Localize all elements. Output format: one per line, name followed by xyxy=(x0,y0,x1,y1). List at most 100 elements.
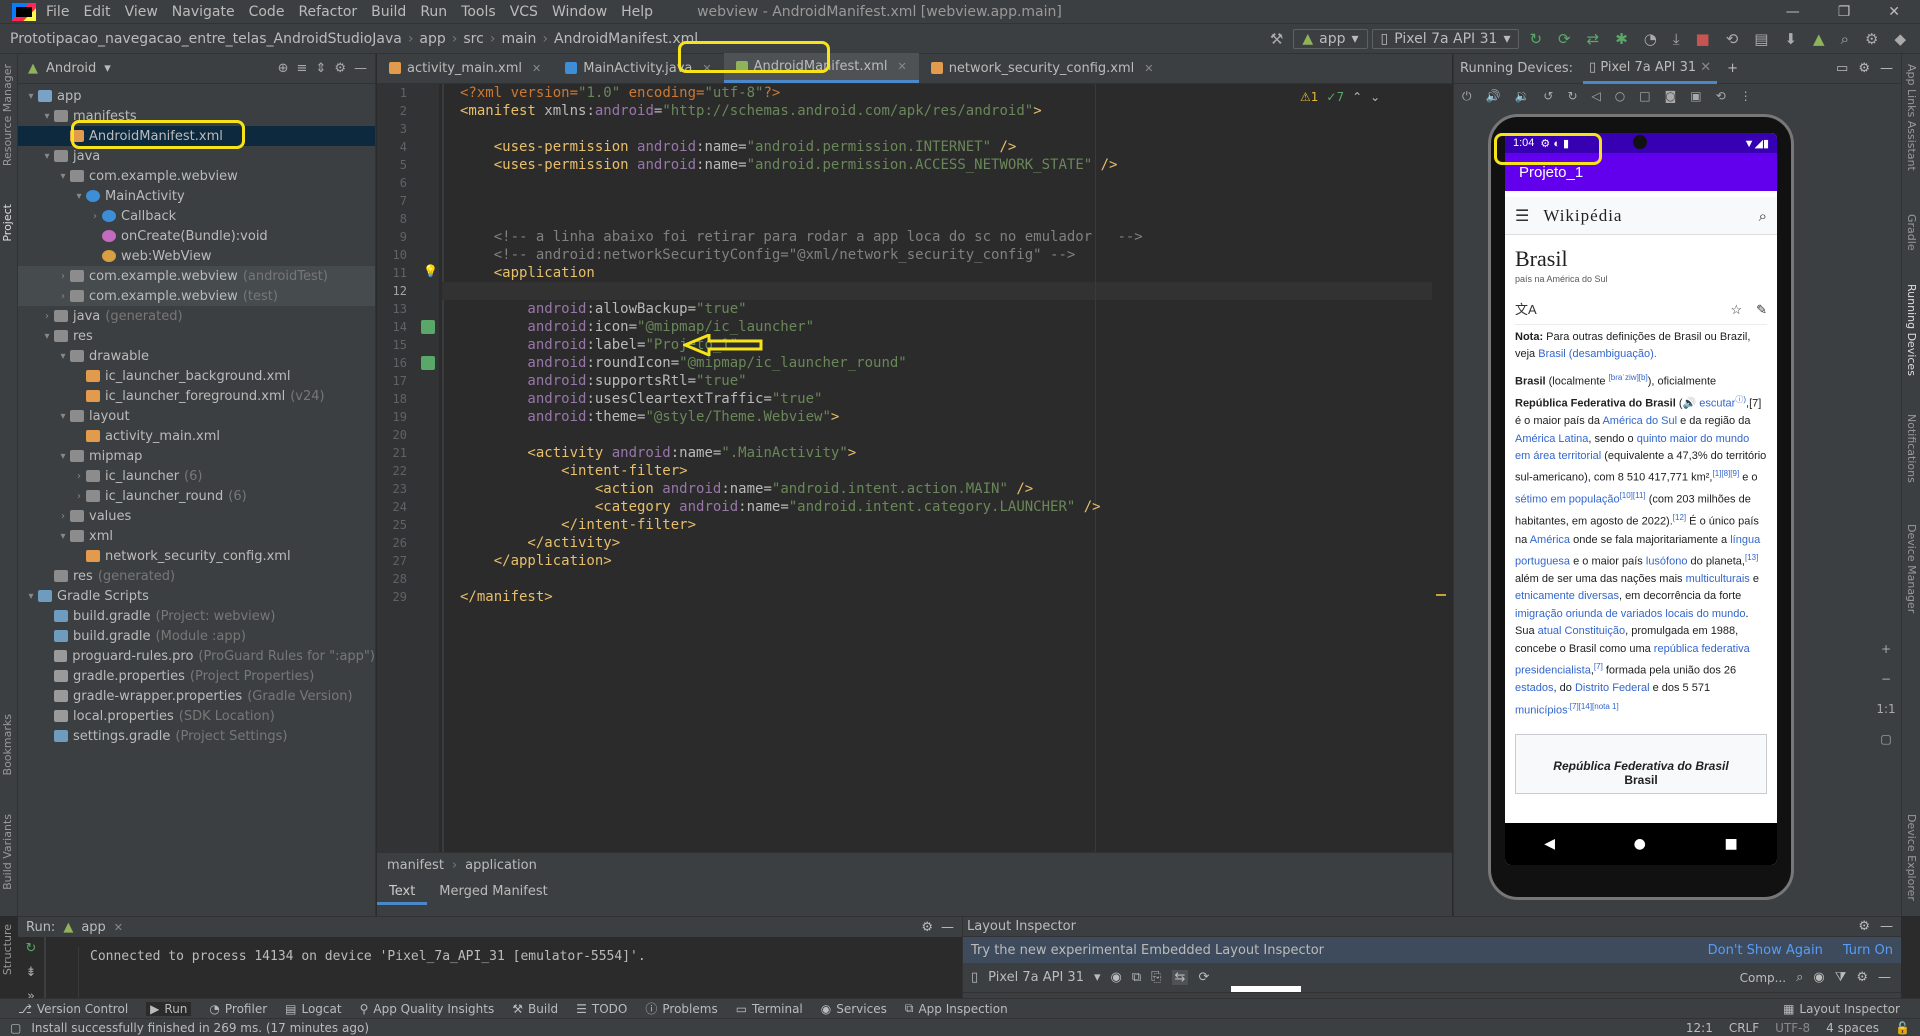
tree-item[interactable]: gradle-wrapper.properties (Gradle Version… xyxy=(18,686,375,706)
expand-arrow-icon[interactable]: ▾ xyxy=(56,411,70,422)
settings-icon[interactable]: ⚙ xyxy=(1865,30,1878,48)
eye-icon[interactable]: ◉ xyxy=(1813,970,1824,985)
home-icon[interactable]: ○ xyxy=(1615,89,1625,103)
sync-gradle-icon[interactable]: ⟲ xyxy=(1726,30,1739,48)
tool-version-control[interactable]: ⎇ Version Control xyxy=(18,1002,128,1016)
expand-arrow-icon[interactable]: ▾ xyxy=(72,191,86,202)
tree-item[interactable]: res (generated) xyxy=(18,566,375,586)
search-icon[interactable]: ⌕ xyxy=(1796,970,1803,985)
volume-up-icon[interactable]: 🔊 xyxy=(1486,89,1501,103)
gear-icon[interactable]: ⚙ xyxy=(334,61,346,76)
layout-icon[interactable]: ▭ xyxy=(1836,61,1848,76)
zoom-out-icon[interactable]: − xyxy=(1875,664,1897,694)
chevron-up-icon[interactable]: ⌃ xyxy=(1352,90,1362,104)
article-link[interactable]: etnicamente diversas xyxy=(1515,590,1619,602)
add-device-icon[interactable]: + xyxy=(1727,61,1738,76)
editor-scrollbar[interactable] xyxy=(1436,140,1448,840)
power-icon[interactable]: ⏻ xyxy=(1462,89,1472,104)
build-variants-tab[interactable]: Build Variants xyxy=(1,814,14,890)
tool-app-quality-insights[interactable]: ⚲ App Quality Insights xyxy=(360,1002,495,1016)
refresh-icon[interactable]: ⟳ xyxy=(1198,970,1209,985)
tab-merged-manifest[interactable]: Merged Manifest xyxy=(427,881,559,905)
article-link[interactable]: América do Sul xyxy=(1602,415,1677,427)
snapshot-icon[interactable]: ⟲ xyxy=(1716,89,1726,103)
expand-arrow-icon[interactable]: ▾ xyxy=(24,591,38,602)
tree-item[interactable]: activity_main.xml xyxy=(18,426,375,446)
extended-controls-icon[interactable]: ⋮ xyxy=(1740,89,1752,103)
tab-device[interactable]: ▯ Pixel 7a API 31 ✕ xyxy=(1583,54,1718,84)
editor-tab[interactable]: network_security_config.xml ✕ xyxy=(919,53,1166,83)
toggle-tool-windows-icon[interactable]: ▢ xyxy=(10,1021,21,1035)
expand-arrow-icon[interactable]: › xyxy=(72,471,86,482)
inspection-widget[interactable]: ⚠1 ✓7 ⌃ ⌄ xyxy=(1300,90,1380,104)
console-output[interactable]: Connected to process 14134 on device 'Pi… xyxy=(90,949,646,964)
search-icon[interactable]: ⌕ xyxy=(1841,30,1849,48)
tree-item[interactable]: › com.example.webview (test) xyxy=(18,286,375,306)
gear-icon[interactable]: ⚙ xyxy=(1856,970,1868,985)
code-view[interactable]: <?xml version="1.0" encoding="utf-8"?> <m… xyxy=(442,84,1432,852)
expand-arrow-icon[interactable]: › xyxy=(56,511,70,522)
chevron-down-icon[interactable]: ⌄ xyxy=(1370,90,1380,104)
phone-screen[interactable]: 1:04 ⚙ ◐ ▮ ▼◢▮ Projeto_1 ☰ Wikipédia ⌕ B… xyxy=(1505,133,1777,865)
tool-todo[interactable]: ☰ TODO xyxy=(576,1002,627,1016)
menu-vcs[interactable]: VCS xyxy=(510,4,538,20)
close-icon[interactable]: ✕ xyxy=(532,62,541,75)
hide-icon[interactable]: — xyxy=(354,61,367,76)
tree-item[interactable]: onCreate(Bundle):void xyxy=(18,226,375,246)
tree-item[interactable]: › values xyxy=(18,506,375,526)
close-icon[interactable]: ✕ xyxy=(114,921,123,934)
article-link[interactable]: municípios xyxy=(1515,704,1568,716)
close-icon[interactable]: ✕ xyxy=(897,60,906,73)
editor-tab[interactable]: activity_main.xml ✕ xyxy=(377,53,553,83)
app-links-assistant-tab[interactable]: App Links Assistant xyxy=(1905,64,1918,171)
breadcrumb-item[interactable]: src xyxy=(463,31,483,47)
menu-edit[interactable]: Edit xyxy=(83,4,110,20)
notifications-tab[interactable]: Notifications xyxy=(1905,414,1918,483)
tree-item[interactable]: › ic_launcher_round (6) xyxy=(18,486,375,506)
article-link[interactable]: [bɾaˈziw] xyxy=(1609,373,1639,382)
edit-icon[interactable]: ✎ xyxy=(1756,299,1767,320)
tree-item[interactable]: settings.gradle (Project Settings) xyxy=(18,726,375,746)
wikipedia-logo[interactable]: Wikipédia xyxy=(1543,206,1622,226)
volume-down-icon[interactable]: 🔉 xyxy=(1514,89,1529,103)
expand-arrow-icon[interactable]: › xyxy=(88,211,102,222)
rerun-icon[interactable]: ↻ xyxy=(18,937,44,961)
tree-item[interactable]: ▾ Gradle Scripts xyxy=(18,586,375,606)
tree-item[interactable]: ▾ com.example.webview xyxy=(18,166,375,186)
menu-view[interactable]: View xyxy=(125,4,158,20)
apply-code-changes-icon[interactable]: ⇄ xyxy=(1587,30,1600,48)
tree-item[interactable]: build.gradle (Project: webview) xyxy=(18,606,375,626)
sdk-manager-icon[interactable]: ⬇ xyxy=(1784,30,1797,48)
lightbulb-icon[interactable]: 💡 xyxy=(423,264,438,278)
gear-icon[interactable]: ⚙ xyxy=(921,920,933,935)
android-studio-icon[interactable]: ◆ xyxy=(1894,30,1906,48)
lock-icon[interactable]: 🔓 xyxy=(1895,1021,1910,1035)
menu-run[interactable]: Run xyxy=(420,4,447,20)
tree-item[interactable]: ▾ drawable xyxy=(18,346,375,366)
zoom-in-icon[interactable]: + xyxy=(1875,634,1897,664)
tree-item[interactable]: ▾ mipmap xyxy=(18,446,375,466)
run-config-select[interactable]: ▲ app ▾ xyxy=(1293,28,1368,49)
star-icon[interactable]: ☆ xyxy=(1730,299,1742,320)
menu-navigate[interactable]: Navigate xyxy=(172,4,235,20)
locate-icon[interactable]: ⊕ xyxy=(278,61,289,76)
live-updates-icon[interactable]: ⇆ xyxy=(1171,970,1189,985)
file-encoding[interactable]: UTF-8 xyxy=(1775,1021,1810,1035)
close-icon[interactable]: ✕ xyxy=(1888,4,1900,20)
bookmarks-tab[interactable]: Bookmarks xyxy=(1,714,14,775)
tree-item[interactable]: › Callback xyxy=(18,206,375,226)
back-icon[interactable]: ◁ xyxy=(1592,89,1601,103)
project-tab[interactable]: Project xyxy=(1,204,14,242)
android-icon[interactable]: ▲ xyxy=(1813,30,1825,48)
tool-build[interactable]: ⚒ Build xyxy=(512,1002,558,1016)
breadcrumb-manifest[interactable]: manifest xyxy=(387,858,444,873)
menu-help[interactable]: Help xyxy=(621,4,653,20)
rotate-right-icon[interactable]: ↻ xyxy=(1567,89,1577,103)
attach-debugger-icon[interactable]: ⤓ xyxy=(1673,30,1680,48)
expand-arrow-icon[interactable]: ▾ xyxy=(56,171,70,182)
tree-item[interactable]: build.gradle (Module :app) xyxy=(18,626,375,646)
breadcrumb-item[interactable]: app xyxy=(419,31,445,47)
chevron-down-icon[interactable]: ▾ xyxy=(104,61,111,76)
article-link[interactable]: estados xyxy=(1515,682,1554,694)
overview-icon[interactable]: ■ xyxy=(1724,836,1737,852)
